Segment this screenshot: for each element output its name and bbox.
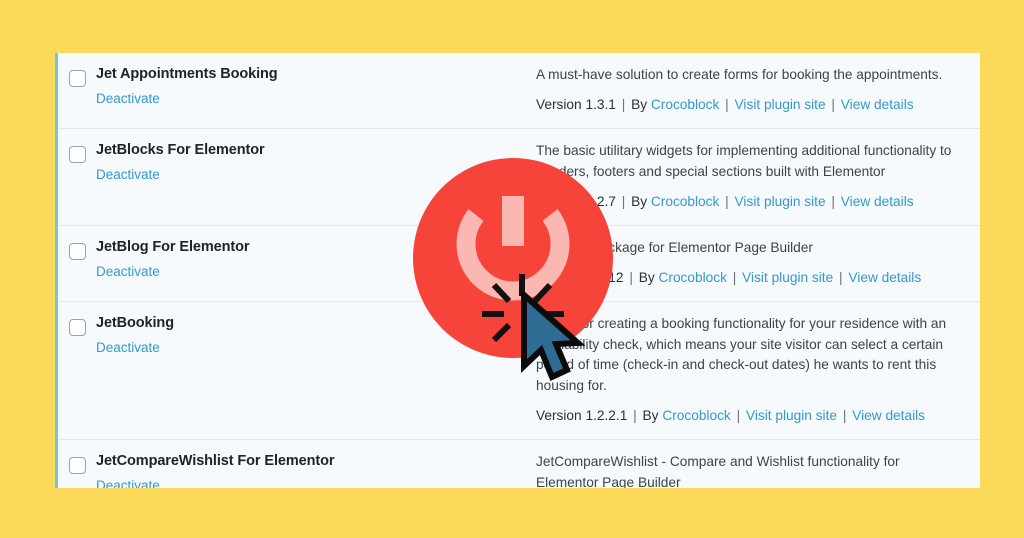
plugin-meta: Version 2.2.12 | By Crocoblock | Visit p…: [536, 268, 964, 287]
plugin-description-cell: JetCompareWishlist - Compare and Wishlis…: [536, 452, 980, 488]
plugin-version: Version 2.2.12: [536, 269, 624, 285]
plugin-description: Plugin for creating a booking functional…: [536, 315, 947, 394]
screenshot-stage: Jet Appointments Booking Deactivate A must…: [0, 0, 1024, 538]
meta-separator: |: [831, 96, 835, 112]
by-label: By: [642, 408, 659, 424]
plugin-author-link[interactable]: Crocoblock: [662, 408, 730, 423]
visit-plugin-site-link[interactable]: Visit plugin site: [742, 270, 833, 285]
plugin-name: JetBooking: [96, 314, 174, 331]
visit-plugin-site-link[interactable]: Visit plugin site: [735, 97, 826, 112]
table-row: JetBlog For Elementor Deactivate Blogging …: [58, 225, 980, 302]
table-row: JetBooking Deactivate Plugin for creating …: [58, 301, 980, 441]
meta-separator: |: [633, 408, 637, 424]
row-select-cell: [58, 141, 96, 211]
row-select-cell: [58, 452, 96, 488]
visit-plugin-site-link[interactable]: Visit plugin site: [735, 194, 826, 209]
plugin-actions: Deactivate: [96, 477, 526, 488]
meta-separator: |: [725, 96, 729, 112]
select-plugin-checkbox[interactable]: [68, 146, 86, 163]
plugin-name-cell: JetBlog For Elementor Deactivate: [96, 238, 536, 287]
table-row: Jet Appointments Booking Deactivate A must…: [58, 53, 980, 129]
view-details-link[interactable]: View details: [841, 194, 914, 209]
select-plugin-checkbox[interactable]: [68, 457, 86, 475]
plugin-name: JetBlog For Elementor: [96, 238, 250, 255]
plugin-author-link[interactable]: Crocoblock: [659, 270, 727, 285]
deactivate-link[interactable]: Deactivate: [96, 478, 160, 488]
plugin-name-cell: JetBlocks For Elementor Deactivate: [96, 141, 536, 211]
select-plugin-checkbox[interactable]: [68, 242, 86, 260]
row-select-cell: [58, 65, 96, 114]
plugin-name-cell: Jet Appointments Booking Deactivate: [96, 65, 536, 114]
deactivate-link[interactable]: Deactivate: [96, 264, 160, 279]
plugin-description-cell: A must-have solution to create forms for…: [536, 65, 980, 114]
meta-separator: |: [732, 269, 737, 285]
plugin-name: JetBlocks For Elementor: [96, 142, 265, 158]
plugin-description-cell: Plugin for creating a booking functional…: [536, 314, 980, 425]
by-label: By: [631, 193, 648, 209]
meta-separator: |: [736, 408, 741, 424]
table-row: JetBlocks For Elementor Deactivate The bas…: [58, 129, 980, 226]
plugin-actions: Deactivate: [96, 90, 526, 108]
row-select-cell: [58, 238, 96, 287]
deactivate-link[interactable]: Deactivate: [96, 91, 160, 106]
visit-plugin-site-link[interactable]: Visit plugin site: [746, 408, 837, 423]
view-details-link[interactable]: View details: [841, 97, 914, 112]
plugin-name-cell: JetCompareWishlist For Elementor Deactiva…: [96, 452, 536, 488]
plugin-description-cell: Blogging package for Elementor Page Buil…: [536, 238, 980, 287]
plugin-description: A must-have solution to create forms for…: [536, 67, 943, 82]
view-details-link[interactable]: View details: [848, 270, 921, 285]
select-plugin-checkbox[interactable]: [68, 70, 86, 87]
meta-separator: |: [621, 193, 626, 209]
plugin-actions: Deactivate: [96, 263, 526, 281]
meta-separator: |: [629, 269, 633, 285]
meta-separator: |: [831, 193, 835, 209]
select-plugin-checkbox[interactable]: [68, 318, 86, 336]
plugin-version: Version 1.2.7: [536, 193, 616, 209]
plugins-table: Jet Appointments Booking Deactivate A must…: [55, 53, 980, 488]
plugin-name: Jet Appointments Booking: [96, 66, 278, 82]
plugin-actions: Deactivate: [96, 166, 526, 184]
by-label: By: [638, 269, 655, 285]
meta-separator: |: [839, 269, 843, 285]
meta-separator: |: [725, 193, 729, 209]
plugin-description: Blogging package for Elementor Page Buil…: [536, 239, 813, 255]
plugin-meta: Version 1.3.1 | By Crocoblock | Visit pl…: [536, 95, 964, 114]
by-label: By: [631, 96, 648, 112]
plugin-name-cell: JetBooking Deactivate: [96, 314, 536, 425]
meta-separator: |: [621, 96, 626, 112]
deactivate-link[interactable]: Deactivate: [96, 340, 160, 355]
plugin-name: JetCompareWishlist For Elementor: [96, 453, 335, 470]
view-details-link[interactable]: View details: [852, 408, 925, 423]
plugin-description: JetCompareWishlist - Compare and Wishlis…: [536, 454, 900, 488]
deactivate-link[interactable]: Deactivate: [96, 167, 160, 182]
plugins-table-body: Jet Appointments Booking Deactivate A must…: [58, 53, 980, 488]
plugin-meta: Version 1.2.7 | By Crocoblock | Visit pl…: [536, 192, 964, 211]
plugin-description: The basic utilitary widgets for implemen…: [536, 143, 952, 179]
plugin-actions: Deactivate: [96, 339, 526, 357]
plugin-author-link[interactable]: Crocoblock: [651, 97, 719, 112]
meta-separator: |: [842, 408, 847, 424]
row-select-cell: [58, 314, 96, 425]
plugin-meta: Version 1.2.2.1 | By Crocoblock | Visit …: [536, 406, 964, 425]
table-row: JetCompareWishlist For Elementor Deactiva…: [58, 440, 980, 488]
plugin-description-cell: The basic utilitary widgets for implemen…: [536, 141, 980, 211]
plugin-version: Version 1.2.2.1: [536, 408, 628, 424]
plugin-author-link[interactable]: Crocoblock: [651, 194, 719, 209]
plugin-version: Version 1.3.1: [536, 96, 616, 112]
